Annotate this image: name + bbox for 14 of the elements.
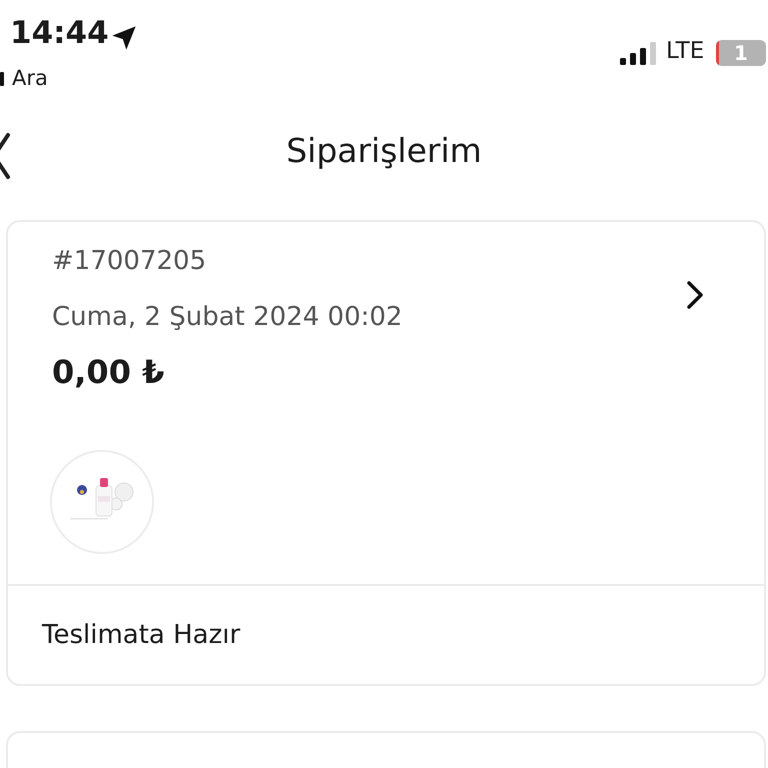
battery-icon: 1 [716,40,766,66]
order-status: Teslimata Hazır [8,584,764,684]
order-total: 0,00 ₺ [52,356,166,388]
back-caret-icon [0,72,4,86]
order-number: #17007205 [52,248,208,274]
network-type: LTE [666,40,704,63]
page-title: Siparişlerim [286,134,482,166]
location-arrow-icon [110,24,138,52]
signal-icon [620,42,658,66]
clock-time: 14:44 [10,18,109,49]
chevron-right-icon[interactable] [686,280,704,310]
back-to-app-link[interactable]: Ara [12,68,48,89]
order-card[interactable]: #17007205 Cuma, 2 Şubat 2024 00:02 0,00 ₺ Teslimata Hazır [6,220,766,686]
order-date: Cuma, 2 Şubat 2024 00:02 [52,304,404,330]
